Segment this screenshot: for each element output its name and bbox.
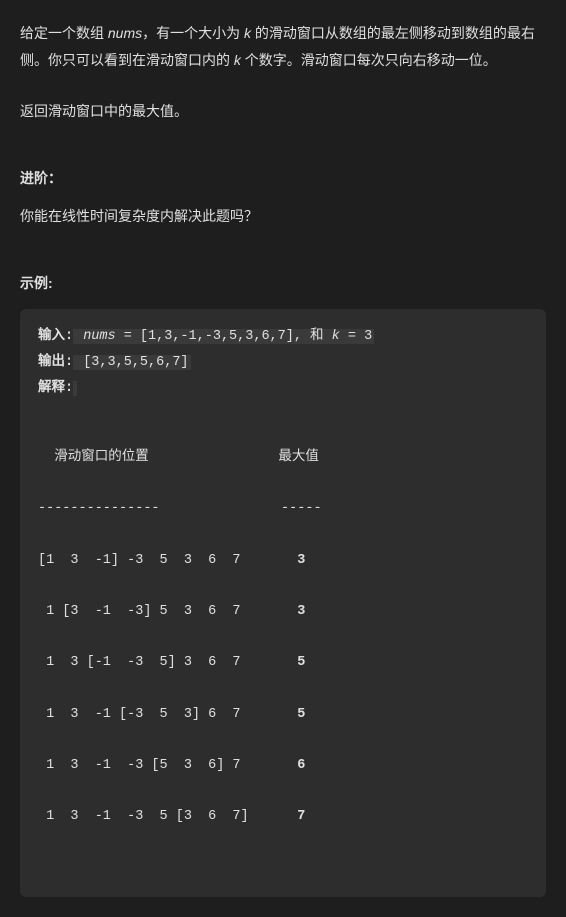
input-label: 输入: xyxy=(38,329,73,344)
window-cell: 1 3 -1 [-3 5 3] 6 7 xyxy=(38,707,289,722)
desc-text-1: 给定一个数组 xyxy=(20,25,108,41)
example-explain-line: 解释: xyxy=(38,377,528,401)
window-cell: 1 3 [-1 -3 5] 3 6 7 xyxy=(38,655,289,670)
table-row: 1 3 -1 [-3 5 3] 6 7 5 xyxy=(38,702,528,728)
example-header: 示例: xyxy=(20,270,546,297)
table-row: [1 3 -1] -3 5 3 6 7 3 xyxy=(38,548,528,574)
nums-var: nums xyxy=(108,25,142,41)
window-cell: 1 3 -1 -3 [5 3 6] 7 xyxy=(38,758,289,773)
output-label: 输出: xyxy=(38,355,73,370)
advanced-header: 进阶： xyxy=(20,165,546,192)
window-cell: [1 3 -1] -3 5 3 6 7 xyxy=(38,553,289,568)
example-input-line: 输入: nums = [1,3,-1,-3,5,3,6,7], 和 k = 3 xyxy=(38,325,528,349)
max-cell: 6 xyxy=(289,758,305,773)
output-value: [3,3,5,5,6,7] xyxy=(73,355,190,370)
return-statement: 返回滑动窗口中的最大值。 xyxy=(20,98,546,125)
table-row: 1 3 -1 -3 5 [3 6 7] 7 xyxy=(38,804,528,830)
example-box: 输入: nums = [1,3,-1,-3,5,3,6,7], 和 k = 3 … xyxy=(20,309,546,897)
table-row: 1 [3 -1 -3] 5 3 6 7 3 xyxy=(38,599,528,625)
max-cell: 3 xyxy=(289,553,305,568)
problem-description: 给定一个数组 nums，有一个大小为 k 的滑动窗口从数组的最左侧移动到数组的最… xyxy=(20,20,546,73)
max-cell: 7 xyxy=(289,809,305,824)
advanced-question: 你能在线性时间复杂度内解决此题吗？ xyxy=(20,203,546,230)
max-cell: 5 xyxy=(289,707,305,722)
table-header-row: 滑动窗口的位置 最大值 xyxy=(38,445,528,471)
explain-space xyxy=(73,381,77,396)
explain-label: 解释: xyxy=(38,381,73,396)
k-var-1: k xyxy=(244,25,251,41)
window-cell: 1 3 -1 -3 5 [3 6 7] xyxy=(38,809,289,824)
desc-text-4: 个数字。滑动窗口每次只向右移动一位。 xyxy=(241,52,497,68)
input-value: nums = [1,3,-1,-3,5,3,6,7], 和 k = 3 xyxy=(73,329,374,344)
table-row: 1 3 -1 -3 [5 3 6] 7 6 xyxy=(38,753,528,779)
desc-text-2: ，有一个大小为 xyxy=(142,25,244,41)
max-cell: 5 xyxy=(289,655,305,670)
window-cell: 1 [3 -1 -3] 5 3 6 7 xyxy=(38,604,289,619)
example-output-line: 输出: [3,3,5,5,6,7] xyxy=(38,351,528,375)
table-row: 1 3 [-1 -3 5] 3 6 7 5 xyxy=(38,650,528,676)
example-table: 滑动窗口的位置 最大值 --------------- ----- [1 3 -… xyxy=(38,419,528,881)
max-cell: 3 xyxy=(289,604,305,619)
table-divider-row: --------------- ----- xyxy=(38,496,528,522)
k-var-2: k xyxy=(234,52,241,68)
